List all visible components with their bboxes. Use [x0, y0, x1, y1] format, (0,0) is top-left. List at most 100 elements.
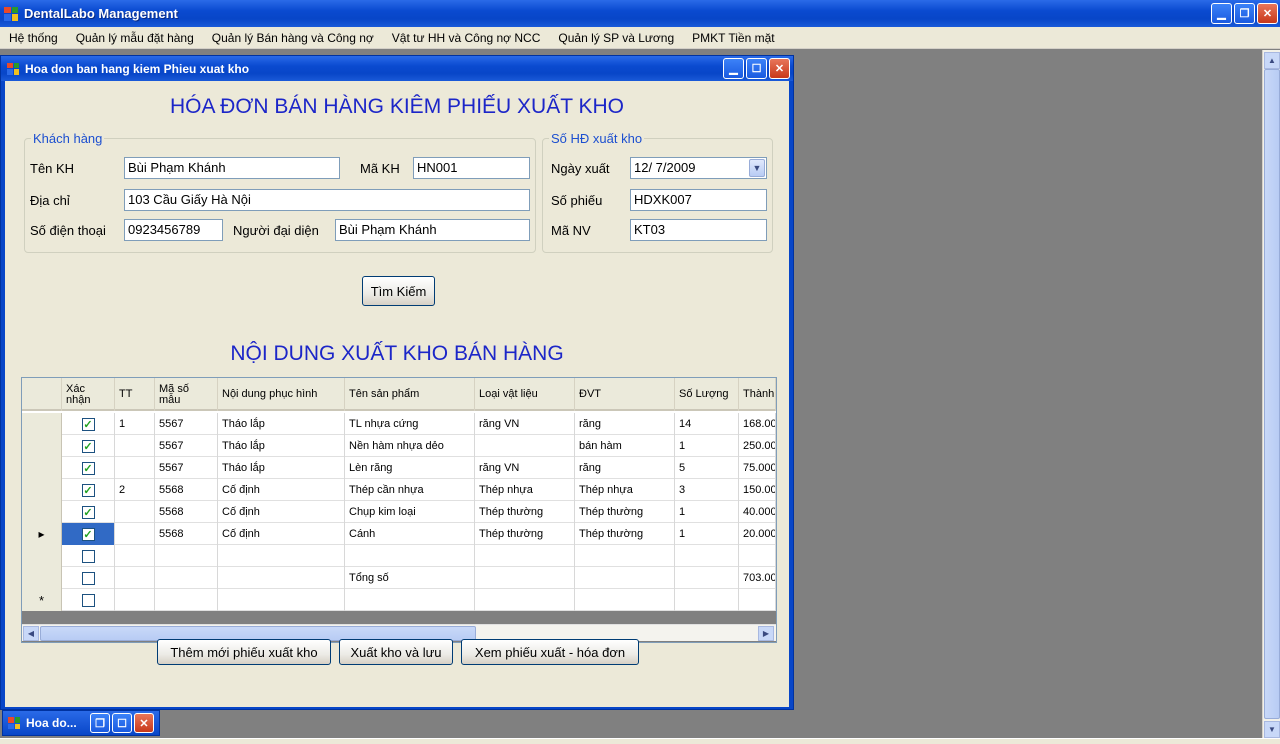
menu-item-cash-accounting[interactable]: PMKT Tiền mặt [683, 31, 783, 45]
confirm-checkbox[interactable]: ✓ [81, 483, 95, 497]
cell-sl[interactable]: 1 [675, 435, 739, 457]
cell-noidung[interactable] [218, 589, 345, 611]
confirm-cell[interactable]: ✓ [62, 457, 115, 479]
cell-thanh[interactable] [739, 545, 776, 567]
cell-dvt[interactable]: Thép thường [575, 501, 675, 523]
cell-noidung[interactable]: Cố định [218, 523, 345, 545]
cell-tt[interactable] [115, 567, 155, 589]
table-row[interactable]: ✓ 2 5568 Cố định Thép cần nhựa Thép nhựa Thép … [22, 479, 776, 501]
cell-sl[interactable] [675, 545, 739, 567]
confirm-checkbox[interactable]: ✓ [81, 527, 95, 541]
row-header[interactable]: ▸ [22, 523, 62, 545]
confirm-checkbox[interactable]: ✓ [81, 417, 95, 431]
confirm-cell[interactable]: ✓ [62, 501, 115, 523]
cell-ten[interactable]: TL nhựa cứng [345, 413, 475, 435]
cell-thanh[interactable]: 250.00 [739, 435, 776, 457]
cell-tt[interactable] [115, 545, 155, 567]
address-field[interactable]: 103 Cầu Giấy Hà Nội [124, 189, 530, 211]
restore-button[interactable]: ❐ [90, 713, 110, 733]
table-row[interactable]: ✓ 1 5567 Tháo lắp TL nhựa cứng răng VN răng 14 1… [22, 413, 776, 435]
cell-sl[interactable]: 1 [675, 523, 739, 545]
cell-ma[interactable]: 5567 [155, 435, 218, 457]
cell-ma[interactable]: 5567 [155, 457, 218, 479]
cell-loai[interactable]: răng VN [475, 413, 575, 435]
cell-ma[interactable]: 5567 [155, 413, 218, 435]
cell-thanh[interactable]: 703.00 [739, 567, 776, 589]
column-header[interactable]: Loại vật liệu [475, 378, 575, 411]
menu-item-supplies[interactable]: Vật tư HH và Công nợ NCC [383, 31, 550, 45]
staff-code-field[interactable]: KT03 [630, 219, 767, 241]
cell-ten[interactable] [345, 589, 475, 611]
cell-ten[interactable]: Chụp kim loại [345, 501, 475, 523]
scroll-right-icon[interactable]: ▶ [758, 626, 774, 641]
confirm-checkbox[interactable] [81, 593, 95, 607]
close-button[interactable]: ✕ [134, 713, 154, 733]
row-header[interactable] [22, 479, 62, 501]
restore-button[interactable]: ❐ [1234, 3, 1255, 24]
confirm-checkbox[interactable] [81, 571, 95, 585]
close-button[interactable]: ✕ [1257, 3, 1278, 24]
phone-field[interactable]: 0923456789 [124, 219, 223, 241]
cell-ten[interactable]: Thép cần nhựa [345, 479, 475, 501]
menu-item-order-templates[interactable]: Quản lý mẫu đặt hàng [67, 31, 203, 45]
export-save-button[interactable]: Xuất kho và lưu [339, 639, 453, 665]
column-header[interactable]: Thành [739, 378, 776, 411]
column-header[interactable]: Nội dung phục hình [218, 378, 345, 411]
cell-ma[interactable] [155, 589, 218, 611]
view-invoice-button[interactable]: Xem phiếu xuất - hóa đơn [461, 639, 639, 665]
cell-ma[interactable]: 5568 [155, 501, 218, 523]
child-close-button[interactable]: ✕ [769, 58, 790, 79]
cell-dvt[interactable]: răng [575, 457, 675, 479]
cell-tt[interactable] [115, 523, 155, 545]
table-row[interactable]: Tổng số 703.00 [22, 567, 776, 589]
cell-tt[interactable]: 1 [115, 413, 155, 435]
menu-item-products-salary[interactable]: Quản lý SP và Lương [549, 31, 683, 45]
cell-loai[interactable] [475, 545, 575, 567]
column-header[interactable]: Tên sản phẩm [345, 378, 475, 411]
sales-items-grid[interactable]: Xác nhận TT Mã số mẫu Nội dung phục hình… [21, 377, 777, 643]
confirm-cell[interactable]: ✓ [62, 435, 115, 457]
cell-dvt[interactable]: bán hàm [575, 435, 675, 457]
cell-sl[interactable]: 1 [675, 501, 739, 523]
menu-item-system[interactable]: Hệ thống [0, 31, 67, 45]
cell-thanh[interactable]: 150.00 [739, 479, 776, 501]
cell-noidung[interactable] [218, 545, 345, 567]
date-picker[interactable]: 12/ 7/2009 ▼ [630, 157, 767, 179]
customer-name-field[interactable]: Bùi Phạm Khánh [124, 157, 340, 179]
cell-thanh[interactable]: 40.000 [739, 501, 776, 523]
cell-ma[interactable]: 5568 [155, 523, 218, 545]
scroll-down-icon[interactable]: ▼ [1264, 721, 1280, 738]
cell-thanh[interactable]: 75.000 [739, 457, 776, 479]
chevron-down-icon[interactable]: ▼ [749, 159, 765, 177]
column-header[interactable]: ĐVT [575, 378, 675, 411]
maximize-button[interactable]: ☐ [112, 713, 132, 733]
row-header[interactable] [22, 501, 62, 523]
table-row[interactable]: ▸ ✓ 5568 Cố định Cánh Thép thường Thép thường 1… [22, 523, 776, 545]
confirm-checkbox[interactable]: ✓ [81, 461, 95, 475]
confirm-cell[interactable] [62, 589, 115, 611]
cell-noidung[interactable]: Tháo lắp [218, 435, 345, 457]
child-minimize-button[interactable]: ▁ [723, 58, 744, 79]
scroll-left-icon[interactable]: ◀ [23, 626, 39, 641]
table-row[interactable] [22, 545, 776, 567]
invoice-number-field[interactable]: HDXK007 [630, 189, 767, 211]
row-header[interactable] [22, 567, 62, 589]
confirm-cell[interactable] [62, 567, 115, 589]
cell-ma[interactable] [155, 545, 218, 567]
row-header[interactable] [22, 413, 62, 435]
confirm-checkbox[interactable]: ✓ [81, 439, 95, 453]
search-button[interactable]: Tìm Kiếm [362, 276, 435, 306]
cell-dvt[interactable]: răng [575, 413, 675, 435]
cell-ten[interactable]: Cánh [345, 523, 475, 545]
minimize-button[interactable]: ▁ [1211, 3, 1232, 24]
child-maximize-button[interactable]: ☐ [746, 58, 767, 79]
column-header[interactable]: Số Lượng [675, 378, 739, 411]
scroll-up-icon[interactable]: ▲ [1264, 52, 1280, 69]
cell-noidung[interactable]: Cố định [218, 479, 345, 501]
cell-sl[interactable]: 5 [675, 457, 739, 479]
confirm-checkbox[interactable] [81, 549, 95, 563]
representative-field[interactable]: Bùi Phạm Khánh [335, 219, 530, 241]
cell-dvt[interactable]: Thép nhựa [575, 479, 675, 501]
column-header[interactable]: Mã số mẫu [155, 378, 218, 411]
confirm-cell[interactable]: ✓ [62, 479, 115, 501]
